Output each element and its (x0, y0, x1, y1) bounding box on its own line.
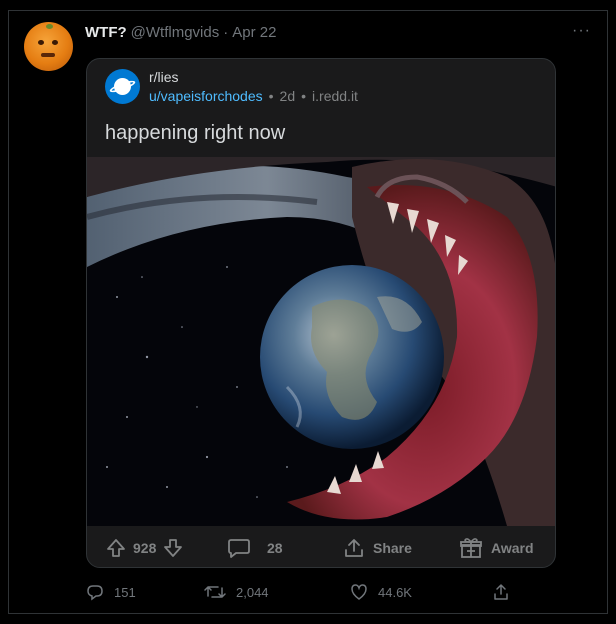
frame-top-border (8, 10, 608, 11)
like-button[interactable]: 44.6K (350, 583, 412, 601)
downvote-arrow-icon[interactable] (162, 537, 184, 559)
share-label: Share (373, 540, 412, 556)
display-name[interactable]: WTF? (85, 24, 127, 41)
post-meta: u/vapeisforchodes • 2d • i.redd.it (149, 88, 358, 104)
tweet-share-button[interactable] (492, 583, 510, 601)
subreddit-name[interactable]: r/lies (149, 69, 179, 85)
meta-dot: • (268, 88, 274, 104)
retweet-count: 2,044 (236, 584, 269, 600)
post-domain[interactable]: i.redd.it (312, 88, 358, 104)
comments-button[interactable]: 28 (227, 537, 283, 559)
upvote-count: 928 (133, 540, 157, 556)
earth-serpent-image (87, 157, 555, 526)
share-icon (494, 584, 508, 600)
reply-icon (87, 585, 103, 601)
avatar-mouth (41, 53, 55, 57)
post-author[interactable]: u/vapeisforchodes (149, 88, 263, 104)
reddit-embed-card[interactable]: r/lies u/vapeisforchodes • 2d • i.redd.i… (86, 58, 556, 568)
post-image[interactable] (87, 157, 555, 526)
tweet-header: WTF? @Wtflmgvids · Apr 22 (85, 24, 276, 41)
separator: · (223, 24, 229, 41)
tweet-actions: 151 2,044 44.6K (86, 583, 556, 603)
reply-count: 151 (114, 584, 136, 600)
reddit-action-bar: 928 28 Share Award (87, 526, 555, 567)
post-title[interactable]: happening right now (105, 122, 285, 145)
award-button[interactable]: Award (459, 537, 534, 559)
frame-left-border (8, 10, 9, 614)
like-count: 44.6K (378, 584, 412, 600)
user-handle[interactable]: @Wtflmgvids (131, 24, 220, 41)
award-icon (460, 538, 482, 558)
frame-right-border (607, 10, 608, 614)
avatar-leaf (46, 24, 53, 29)
retweet-icon (204, 586, 226, 598)
comment-count: 28 (267, 540, 283, 556)
vote-group: 928 (105, 537, 184, 559)
frame-bottom-border (8, 613, 608, 614)
avatar[interactable] (24, 22, 73, 71)
heart-icon (351, 584, 367, 600)
reddit-share-button[interactable]: Share (343, 537, 412, 559)
more-options-icon[interactable]: ··· (572, 22, 591, 40)
post-age: 2d (279, 88, 296, 104)
award-label: Award (491, 540, 534, 556)
avatar-eye-left (38, 40, 44, 45)
share-icon (345, 539, 363, 557)
reply-button[interactable]: 151 (86, 583, 136, 601)
avatar-eye-right (52, 40, 58, 45)
retweet-button[interactable]: 2,044 (204, 583, 269, 601)
subreddit-icon[interactable] (105, 69, 140, 104)
tweet-date[interactable]: Apr 22 (232, 24, 276, 41)
meta-dot: • (301, 88, 307, 104)
comment-icon (228, 539, 250, 558)
upvote-arrow-icon[interactable] (105, 537, 127, 559)
